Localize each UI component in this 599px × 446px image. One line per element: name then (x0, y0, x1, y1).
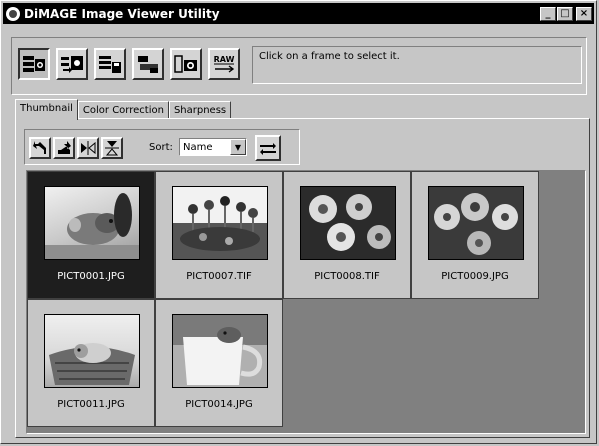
thumbnail-filename: PICT0014.JPG (185, 399, 253, 410)
thumbnail-item[interactable]: PICT0001.JPG (27, 171, 155, 299)
thumbnail-tab-panel: Sort: Name ▼ PICT0001.JPG PICT0007.TIF P… (15, 118, 590, 438)
thumbnail-image (428, 186, 524, 260)
sort-label: Sort: (149, 142, 173, 153)
view-thumbnail-button[interactable] (18, 48, 50, 80)
thumbnail-image (300, 186, 396, 260)
camera-transfer-icon (61, 56, 83, 73)
save-button[interactable] (94, 48, 126, 80)
app-icon[interactable] (6, 6, 20, 21)
tab-thumbnail[interactable]: Thumbnail (15, 99, 78, 120)
thumbnail-item[interactable]: PICT0009.JPG (411, 171, 539, 299)
thumbnail-item[interactable]: PICT0008.TIF (283, 171, 411, 299)
flip-vertical-icon (105, 141, 119, 156)
raw-button[interactable]: RAW (208, 48, 240, 80)
thumbnail-item[interactable]: PICT0007.TIF (155, 171, 283, 299)
flip-vertical-button[interactable] (101, 137, 123, 159)
window-title: DiMAGE Image Viewer Utility (24, 6, 220, 21)
printer-icon (138, 56, 158, 73)
thumbnail-item[interactable]: PICT0014.JPG (155, 299, 283, 427)
thumbnail-filename: PICT0009.JPG (441, 271, 509, 282)
title-bar[interactable]: DiMAGE Image Viewer Utility _ □ × (3, 3, 594, 24)
main-toolbar: RAW Click on a frame to select it. (11, 37, 587, 95)
sort-order-icon (260, 143, 276, 155)
sort-select[interactable]: Name ▼ (179, 138, 247, 156)
thumbnail-filename: PICT0001.JPG (57, 271, 125, 282)
camera-icon (174, 55, 197, 73)
rotate-right-button[interactable] (53, 137, 75, 159)
thumbnail-toolbar: Sort: Name ▼ (24, 129, 300, 165)
thumbnail-filename: PICT0008.TIF (314, 271, 380, 282)
chevron-down-icon[interactable]: ▼ (230, 139, 246, 155)
print-button[interactable] (132, 48, 164, 80)
thumbnail-image (172, 186, 268, 260)
flip-horizontal-icon (81, 141, 96, 155)
thumbnail-item[interactable]: PICT0011.JPG (27, 299, 155, 427)
rotate-left-button[interactable] (29, 137, 51, 159)
thumbnail-filename: PICT0011.JPG (57, 399, 125, 410)
close-button[interactable]: × (576, 6, 592, 21)
rotate-right-icon (58, 141, 71, 154)
sort-order-button[interactable] (255, 135, 281, 161)
camera-to-folder-button[interactable] (56, 48, 88, 80)
save-images-icon (99, 56, 121, 73)
app-window: DiMAGE Image Viewer Utility _ □ × RAW Cl… (0, 0, 597, 444)
thumbnail-filename: PICT0007.TIF (186, 271, 252, 282)
status-message: Click on a frame to select it. (252, 46, 582, 84)
camera-thumbnail-icon (23, 56, 45, 72)
sort-value: Name (183, 141, 213, 153)
minimize-button[interactable]: _ (540, 6, 556, 21)
maximize-button[interactable]: □ (557, 6, 573, 21)
thumbnail-image (172, 314, 268, 388)
thumbnail-image (44, 314, 140, 388)
tab-strip: Thumbnail Color Correction Sharpness (15, 99, 232, 120)
thumbnail-grid: PICT0001.JPG PICT0007.TIF PICT0008.TIF P… (26, 170, 586, 434)
raw-icon: RAW (214, 55, 235, 73)
raw-label: RAW (214, 55, 235, 64)
flip-horizontal-button[interactable] (77, 137, 99, 159)
camera-settings-button[interactable] (170, 48, 202, 80)
thumbnail-image (44, 186, 140, 260)
rotate-left-icon (33, 141, 46, 154)
